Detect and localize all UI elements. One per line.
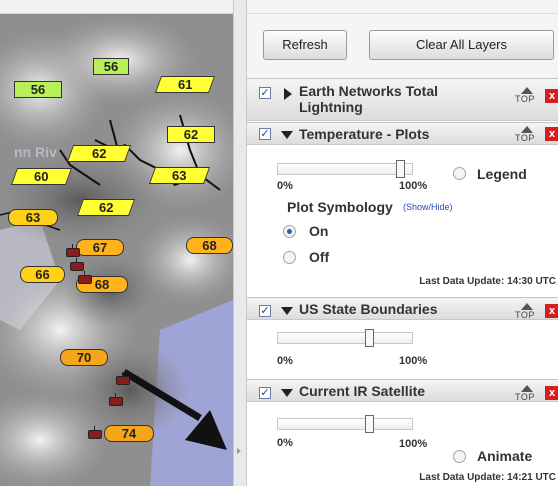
layer-visibility-checkbox[interactable]: ✓ (259, 87, 271, 99)
layer-body: 0% 100% (247, 320, 558, 380)
last-update-time: 14:21 UTC (507, 472, 556, 483)
station-marker[interactable] (116, 372, 130, 385)
opacity-min-label: 0% (277, 180, 293, 192)
last-update-label: Last Data Update: (419, 472, 505, 483)
opacity-slider-knob[interactable] (396, 160, 405, 178)
temp-plot[interactable]: 62 (167, 126, 215, 143)
layer-header[interactable]: ✓ US State Boundaries TOP x (247, 298, 558, 320)
panel-top-bar (247, 0, 558, 14)
opacity-slider[interactable] (277, 329, 413, 347)
plot-symbology-label: Plot Symbology (287, 199, 393, 215)
station-marker[interactable] (109, 393, 123, 406)
opacity-slider-knob[interactable] (365, 415, 374, 433)
opacity-slider-knob[interactable] (365, 329, 374, 347)
last-update: Last Data Update: 14:30 UTC (419, 276, 556, 287)
station-marker[interactable] (88, 426, 102, 439)
temp-plot[interactable]: 66 (20, 266, 65, 283)
layer-visibility-checkbox[interactable]: ✓ (259, 305, 271, 317)
station-marker[interactable] (70, 258, 84, 271)
temp-plot[interactable]: 74 (104, 425, 154, 442)
collapse-icon[interactable] (281, 307, 293, 315)
layer-visibility-checkbox[interactable]: ✓ (259, 387, 271, 399)
layer-panel: Refresh Clear All Layers ✓ Earth Network… (247, 0, 558, 486)
opacity-slider[interactable] (277, 415, 413, 433)
move-to-top-button[interactable]: TOP (515, 87, 537, 104)
expand-icon[interactable] (284, 88, 292, 100)
layer-title: Temperature - Plots (299, 126, 430, 142)
last-update-label: Last Data Update: (419, 276, 505, 287)
clear-all-layers-button[interactable]: Clear All Layers (369, 30, 554, 60)
layer-header[interactable]: ✓ Temperature - Plots TOP x (247, 123, 558, 145)
up-arrow-icon (521, 87, 533, 94)
move-to-top-button[interactable]: TOP (515, 385, 537, 402)
temp-plot[interactable]: 63 (8, 209, 58, 226)
collapse-arrow-icon[interactable] (237, 448, 241, 454)
remove-layer-button[interactable]: x (545, 89, 558, 103)
collapse-icon[interactable] (281, 131, 293, 139)
layer-us-state-boundaries: ✓ US State Boundaries TOP x 0% 100% (247, 297, 558, 380)
refresh-button[interactable]: Refresh (263, 30, 347, 60)
layer-title: Earth Networks Total Lightning (299, 83, 438, 115)
temp-plot[interactable]: 62 (76, 199, 136, 216)
legend-toggle[interactable] (453, 167, 466, 180)
up-arrow-icon (521, 385, 533, 392)
map-top-bar (0, 0, 233, 14)
temp-plot[interactable]: 62 (66, 145, 132, 162)
layer-body: 0% 100% Legend Plot Symbology (Show/Hide… (247, 145, 558, 290)
show-hide-link[interactable]: (Show/Hide) (403, 202, 453, 212)
last-update-time: 14:30 UTC (507, 276, 556, 287)
layer-body: 0% 100% Animate Last Data Update: 14:21 … (247, 402, 558, 486)
opacity-max-label: 100% (399, 180, 428, 192)
layer-title: Current IR Satellite (299, 383, 426, 399)
temp-plot[interactable]: 56 (93, 58, 129, 75)
up-arrow-icon (521, 126, 533, 133)
layer-header[interactable]: ✓ Current IR Satellite TOP x (247, 380, 558, 402)
remove-layer-button[interactable]: x (545, 304, 558, 318)
move-to-top-button[interactable]: TOP (515, 126, 537, 143)
symbology-off-label: Off (309, 249, 330, 265)
opacity-slider[interactable] (277, 160, 413, 178)
temp-plot[interactable]: 67 (76, 239, 124, 256)
layer-temperature-plots: ✓ Temperature - Plots TOP x 0% 100% Lege… (247, 122, 558, 290)
animate-toggle[interactable] (453, 450, 466, 463)
temp-plot[interactable]: 56 (14, 81, 62, 98)
map-view[interactable]: nn Riv 56 56 61 62 62 60 63 63 62 67 68 … (0, 0, 233, 486)
symbology-on-radio[interactable] (283, 225, 296, 238)
collapse-icon[interactable] (281, 389, 293, 397)
station-marker[interactable] (66, 244, 80, 257)
remove-layer-button[interactable]: x (545, 386, 558, 400)
station-marker[interactable] (78, 271, 92, 284)
panel-splitter[interactable] (233, 0, 247, 486)
symbology-off-radio[interactable] (283, 251, 296, 264)
layer-toolbar: Refresh Clear All Layers (247, 14, 558, 78)
opacity-min-label: 0% (277, 355, 293, 367)
temp-plot[interactable]: 63 (148, 167, 211, 184)
layer-title: US State Boundaries (299, 301, 438, 317)
symbology-on-label: On (309, 223, 329, 239)
app-root: nn Riv 56 56 61 62 62 60 63 63 62 67 68 … (0, 0, 558, 486)
opacity-max-label: 100% (399, 438, 428, 450)
up-arrow-icon (521, 303, 533, 310)
last-update: Last Data Update: 14:21 UTC (419, 472, 556, 483)
layer-visibility-checkbox[interactable]: ✓ (259, 128, 271, 140)
region-label: nn Riv (14, 144, 57, 160)
temp-plot[interactable]: 68 (186, 237, 233, 254)
move-to-top-button[interactable]: TOP (515, 303, 537, 320)
layer-lightning: ✓ Earth Networks Total Lightning TOP x (247, 78, 558, 121)
legend-label: Legend (477, 166, 527, 182)
temp-plot[interactable]: 70 (60, 349, 108, 366)
layer-current-ir-satellite: ✓ Current IR Satellite TOP x 0% 100% Ani… (247, 379, 558, 486)
temp-plot[interactable]: 60 (10, 168, 73, 185)
layer-header[interactable]: ✓ Earth Networks Total Lightning TOP x (247, 79, 558, 121)
opacity-max-label: 100% (399, 355, 428, 367)
temp-plot[interactable]: 61 (154, 76, 216, 93)
remove-layer-button[interactable]: x (545, 127, 558, 141)
opacity-min-label: 0% (277, 437, 293, 449)
animate-label: Animate (477, 448, 533, 464)
